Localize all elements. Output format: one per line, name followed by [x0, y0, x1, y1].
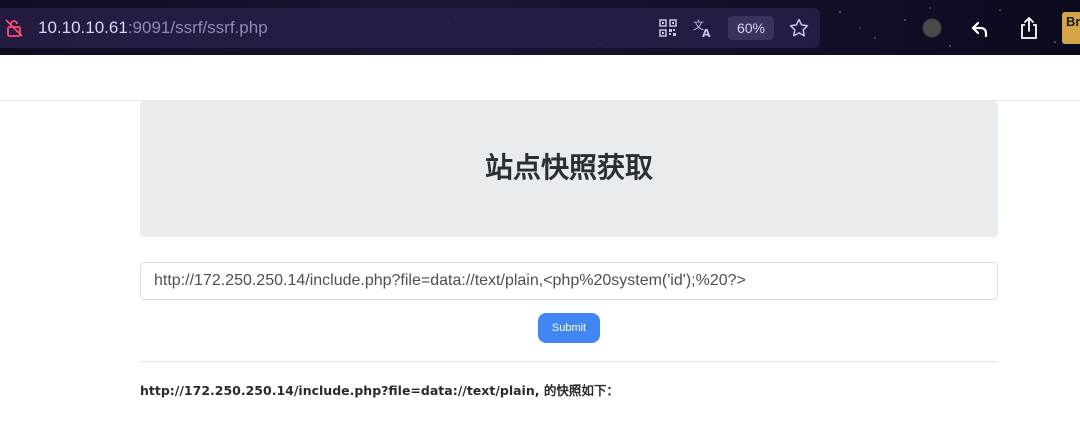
svg-text:A: A — [702, 27, 711, 39]
zoom-level-badge[interactable]: 60% — [728, 16, 774, 40]
address-bar[interactable]: 10.10.10.61:9091/ssrf/ssrf.php 文 A 60% — [0, 8, 820, 48]
page-title: 站点快照获取 — [484, 151, 653, 184]
url-path: :9091/ssrf/ssrf.php — [127, 18, 268, 37]
content-divider — [140, 361, 998, 362]
title-banner: 站点快照获取 — [140, 101, 998, 237]
star-icon[interactable] — [788, 17, 810, 39]
profile-initial: Br — [1066, 14, 1080, 29]
submit-button[interactable]: Submit — [538, 313, 600, 343]
url-input[interactable] — [140, 262, 998, 300]
url-text[interactable]: 10.10.10.61:9091/ssrf/ssrf.php — [38, 17, 268, 39]
snapshot-result-heading: http://172.250.250.14/include.php?file=d… — [140, 383, 619, 398]
url-host: 10.10.10.61 — [38, 18, 128, 37]
share-icon[interactable] — [1018, 16, 1040, 40]
back-icon[interactable] — [970, 19, 990, 39]
translate-icon[interactable]: 文 A — [692, 17, 714, 40]
extension-icon[interactable] — [922, 18, 942, 38]
not-secure-lock-icon[interactable] — [4, 18, 24, 38]
qr-code-icon[interactable] — [659, 19, 677, 37]
browser-toolbar: 10.10.10.61:9091/ssrf/ssrf.php 文 A 60% B… — [0, 0, 1080, 55]
profile-icon[interactable]: Br — [1062, 12, 1080, 44]
